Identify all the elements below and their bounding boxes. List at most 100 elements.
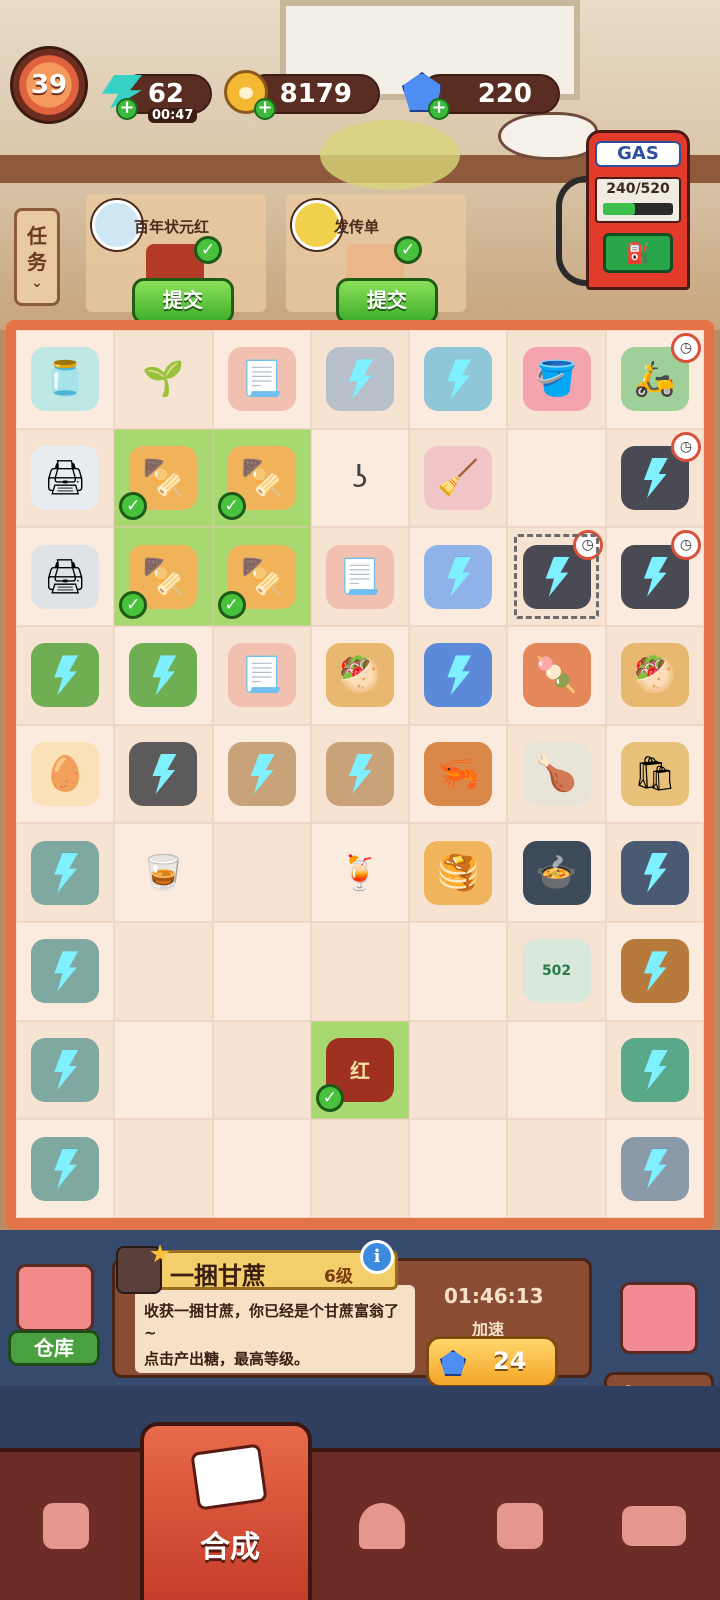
shrimp-pot-icon[interactable]: 🦐 [424,741,493,806]
board-cell[interactable]: 502 [507,921,606,1021]
safe-icon[interactable] [325,347,394,412]
board-cell[interactable] [310,1119,410,1218]
board-cell[interactable]: 🌱 [114,330,213,429]
board-cell[interactable]: 🥚 [16,724,115,824]
board-cell[interactable]: 🖨 [16,428,115,528]
board-cell[interactable]: 🥙 [605,625,704,725]
hook-icon[interactable]: ʖ [326,446,394,510]
task-tab[interactable]: 任 务 ⌄ [14,208,60,306]
nav-travel[interactable] [594,1476,714,1576]
board-cell[interactable]: 🖨 [16,527,115,626]
board-cell[interactable] [605,1020,704,1120]
printer-icon[interactable]: 🖨 [31,544,100,609]
barrel-icon[interactable] [620,1136,689,1201]
hot-pot-icon[interactable] [31,939,100,1004]
board-cell[interactable]: 红 ✓ [310,1020,410,1120]
whisky-glass-icon[interactable]: 🥃 [129,841,197,905]
submit-button-1[interactable]: 提交 [132,278,234,324]
takeout-bag-icon[interactable]: 🛍 [620,741,689,806]
pancake-icon[interactable]: 🥞 [424,840,493,905]
chef-jacket-icon[interactable] [620,840,689,905]
board-cell[interactable]: ◷ [605,527,704,626]
board-cell[interactable]: 🍲 [507,823,606,922]
player-level-badge[interactable]: 39 [10,46,88,124]
paper-ball-icon[interactable]: 📃 [227,643,296,708]
egg-yolk-icon[interactable]: 🥚 [31,741,100,806]
board-cell[interactable]: 🍗 [507,724,606,824]
board-cell[interactable] [16,1119,115,1218]
nav-map[interactable] [460,1476,580,1576]
mop-icon[interactable]: 🧹 [424,445,493,510]
board-cell[interactable] [16,625,115,725]
board-cell[interactable]: ◷ [605,428,704,528]
board-cell[interactable]: 📃 [310,527,410,626]
board-cell[interactable] [409,330,508,429]
board-cell[interactable] [16,1020,115,1120]
scallion-pancake-icon[interactable]: 🥙 [325,643,394,708]
board-cell[interactable]: 📃 [212,625,311,725]
test-tube-rack-icon[interactable] [227,741,296,806]
nav-service[interactable] [322,1476,442,1576]
board-cell[interactable] [114,921,213,1021]
board-cell[interactable] [16,921,115,1021]
add-energy-button[interactable]: + [116,98,138,120]
info-button[interactable]: i [360,1240,394,1274]
roast-chicken-icon[interactable]: 🍗 [522,741,591,806]
nav-merge[interactable]: 合成 [140,1422,312,1600]
board-cell[interactable] [605,823,704,922]
barrel-icon[interactable] [620,939,689,1004]
notebook-icon[interactable] [424,544,493,609]
board-cell[interactable] [605,921,704,1021]
board-cell[interactable] [212,1119,311,1218]
printer-icon[interactable]: 🖨 [31,445,100,510]
board-cell[interactable]: 🦐 [409,724,508,824]
board-cell[interactable] [212,1020,311,1120]
board-cell[interactable] [507,1119,606,1218]
test-tube-rack-icon[interactable] [129,741,198,806]
lemonade-glass-icon[interactable]: 🍹 [326,841,394,905]
board-cell[interactable]: 🍢 ✓ [212,527,311,626]
sprout-icon[interactable]: 🌱 [129,347,197,411]
add-coins-button[interactable]: + [254,98,276,120]
board-cell[interactable]: 🥙 [310,625,410,725]
board-cell[interactable]: 🛍 [605,724,704,824]
barrel-icon[interactable] [620,1037,689,1102]
board-cell[interactable]: 🍢 ✓ [114,428,213,528]
board-cell[interactable] [16,823,115,922]
board-cell[interactable] [310,921,410,1021]
board-cell[interactable]: 🫙 [16,330,115,429]
board-cell[interactable] [212,724,311,824]
board-cell[interactable]: 🥞 [409,823,508,922]
add-gems-button[interactable]: + [428,98,450,120]
bonsai-icon[interactable] [129,643,198,708]
bucket-icon[interactable]: 🪣 [522,347,591,412]
board-cell[interactable]: ◷ [507,527,606,626]
board-cell[interactable] [114,1020,213,1120]
board-cell[interactable]: 🪣 [507,330,606,429]
glue-bottle-icon[interactable]: 502 [522,939,591,1004]
board-cell[interactable] [409,1119,508,1218]
board-cell[interactable] [310,330,410,429]
board-cell[interactable]: 🥃 [114,823,213,922]
board-cell[interactable] [114,1119,213,1218]
hot-pot-icon[interactable] [31,1136,100,1201]
board-cell[interactable] [507,428,606,528]
board-cell[interactable] [114,625,213,725]
board-cell[interactable]: ʖ [310,428,410,528]
clay-pot-icon[interactable]: 🍲 [522,840,591,905]
board-cell[interactable] [409,1020,508,1120]
board-cell[interactable] [409,921,508,1021]
board-cell[interactable] [212,921,311,1021]
scallion-pancake-icon[interactable]: 🥙 [620,643,689,708]
notebook-icon[interactable] [424,643,493,708]
board-cell[interactable]: 📃 [212,330,311,429]
board-cell[interactable] [212,823,311,922]
hot-pot-icon[interactable] [31,840,100,905]
bonsai-icon[interactable] [31,643,100,708]
board-cell[interactable]: 🍢 ✓ [212,428,311,528]
paper-ball-icon[interactable]: 📃 [227,347,296,412]
board-cell[interactable]: 🍹 [310,823,410,922]
board-cell[interactable]: 🍡 [507,625,606,725]
locker-icon[interactable] [424,347,493,412]
board-cell[interactable] [114,724,213,824]
